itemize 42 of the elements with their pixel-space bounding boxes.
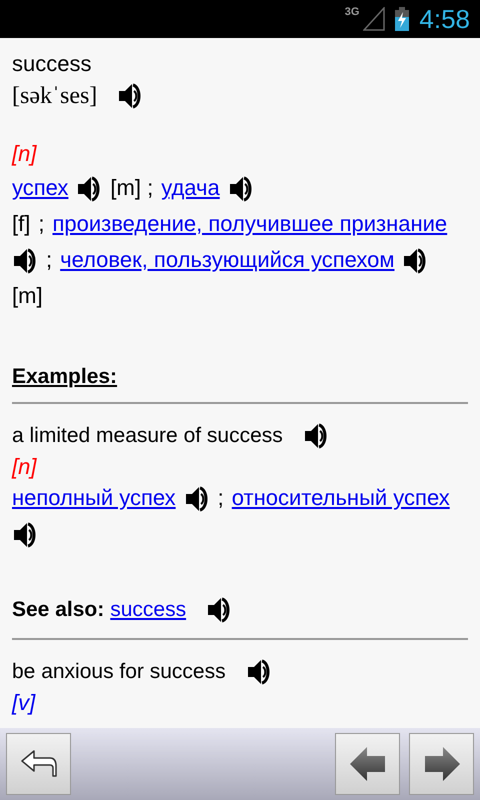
- part-of-speech: [n]: [12, 140, 38, 168]
- speaker-icon[interactable]: [402, 246, 428, 276]
- example-phrase: a limited measure of success: [12, 424, 283, 448]
- grammar-note: ;: [46, 247, 52, 272]
- speaker-icon[interactable]: [228, 174, 254, 204]
- example-phrase: be anxious for success: [12, 660, 226, 684]
- speaker-icon[interactable]: [12, 520, 38, 550]
- translation-link[interactable]: произведение, получившее признание: [52, 211, 448, 236]
- previous-button[interactable]: [335, 733, 400, 795]
- speaker-icon[interactable]: [302, 421, 329, 451]
- grammar-note: [m]: [12, 283, 43, 308]
- grammar-note: ;: [218, 485, 224, 510]
- network-label: 3G: [344, 6, 360, 18]
- signal-icon: [363, 7, 386, 31]
- translation-link[interactable]: неполный успех: [12, 485, 176, 510]
- speaker-icon[interactable]: [117, 81, 144, 111]
- section-heading: Examples:: [12, 364, 118, 390]
- battery-charging-icon: [395, 7, 410, 31]
- see-also-label: See also:: [12, 598, 104, 622]
- speaker-icon[interactable]: [184, 484, 210, 514]
- right-arrow-icon: [424, 747, 460, 781]
- clock: 4:58: [419, 4, 470, 34]
- grammar-note: [m] ;: [110, 175, 154, 200]
- translation-link[interactable]: успех: [12, 175, 68, 200]
- grammar-note: ;: [38, 211, 44, 236]
- see-also-link[interactable]: success: [110, 598, 186, 622]
- speaker-icon[interactable]: [76, 174, 102, 204]
- grammar-note: [f]: [12, 211, 30, 236]
- headword: success: [12, 50, 92, 78]
- speaker-icon[interactable]: [246, 657, 272, 687]
- speaker-icon[interactable]: [206, 595, 232, 625]
- back-button[interactable]: [6, 733, 71, 795]
- left-arrow-icon: [350, 747, 386, 781]
- translation-link[interactable]: удача: [161, 175, 220, 200]
- translation-link[interactable]: относительный успех: [232, 485, 450, 510]
- speaker-icon[interactable]: [12, 246, 38, 276]
- transcription: [səkˈses]: [12, 82, 98, 110]
- part-of-speech: [n]: [12, 454, 38, 480]
- next-button[interactable]: [409, 733, 474, 795]
- part-of-speech: [v]: [12, 690, 37, 716]
- translation-link[interactable]: человек, пользующийся успехом: [60, 247, 394, 272]
- return-arrow-icon: [20, 749, 58, 779]
